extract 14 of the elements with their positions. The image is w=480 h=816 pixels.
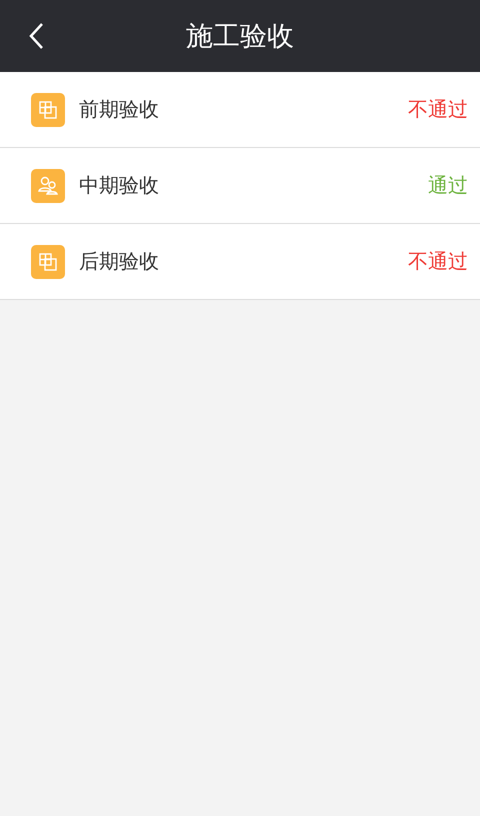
item-label: 中期验收 — [79, 172, 160, 199]
item-label: 后期验收 — [79, 248, 160, 275]
blocks-icon — [31, 244, 65, 278]
item-label: 前期验收 — [79, 96, 160, 123]
people-icon — [31, 168, 65, 202]
status-text: 不通过 — [408, 96, 468, 123]
back-icon — [28, 22, 44, 50]
list-item[interactable]: 中期验收 通过 — [0, 148, 480, 224]
list-item[interactable]: 前期验收 不通过 — [0, 72, 480, 148]
page-title: 施工验收 — [186, 20, 294, 54]
status-text: 不通过 — [408, 248, 468, 275]
list-item[interactable]: 后期验收 不通过 — [0, 224, 480, 300]
status-text: 通过 — [428, 172, 468, 199]
blocks-icon — [31, 92, 65, 126]
